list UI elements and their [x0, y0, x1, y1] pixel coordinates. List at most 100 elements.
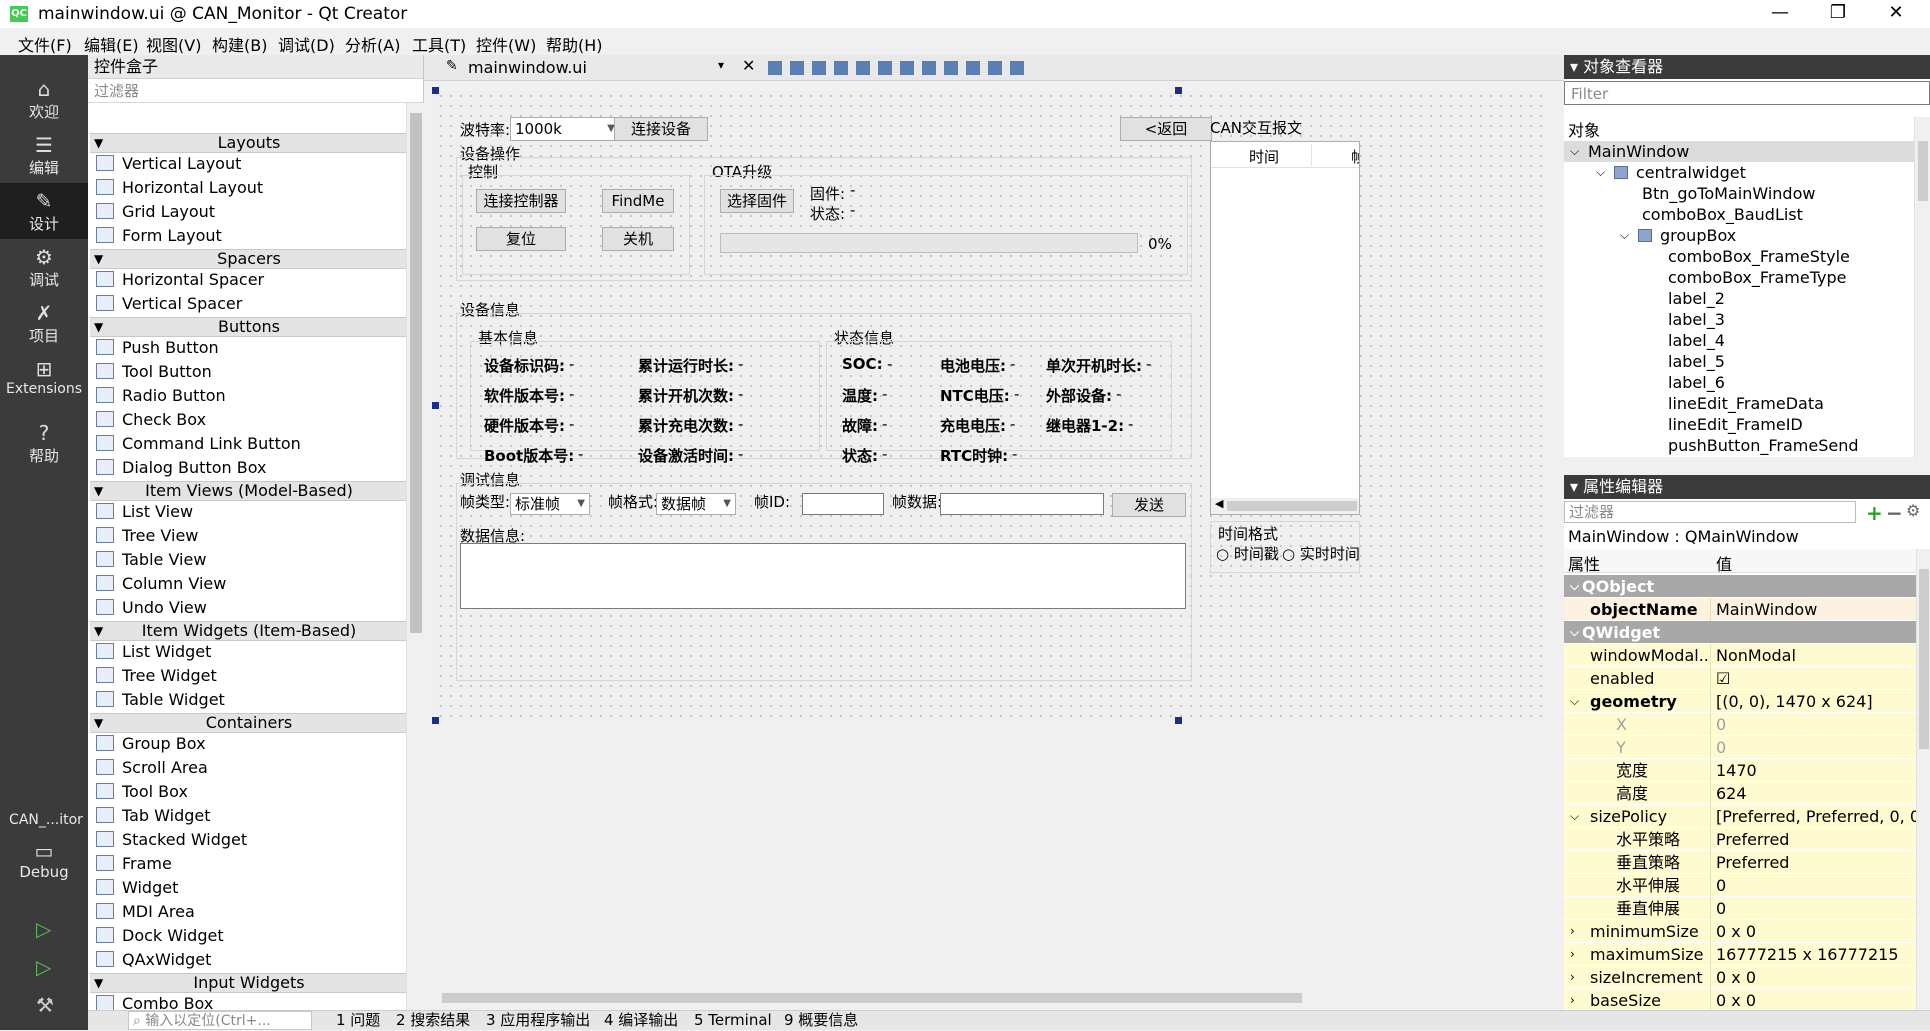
run-icon[interactable]: ▷	[36, 917, 51, 941]
connect-device-button[interactable]: 连接设备	[614, 117, 708, 141]
property-row[interactable]: ⌵ sizePolicy [Preferred, Preferred, 0, 0]	[1564, 805, 1916, 828]
property-filter[interactable]: 过滤器	[1564, 501, 1856, 523]
cat-containers[interactable]: ▼ Containers	[90, 713, 406, 733]
chevron-down-icon[interactable]: ⌵	[1570, 805, 1579, 828]
select-firmware-button[interactable]: 选择固件	[720, 189, 794, 213]
realtime-radio[interactable]: ○ 实时时间	[1282, 543, 1360, 564]
split-horizontal-icon[interactable]	[900, 61, 914, 75]
property-value[interactable]: 1470	[1716, 759, 1757, 782]
tab-compile-output[interactable]: 4 编译输出	[604, 1011, 678, 1030]
resize-handle[interactable]	[1175, 717, 1182, 724]
property-value[interactable]: NonModal	[1716, 644, 1796, 667]
build-icon[interactable]: ⚒	[36, 993, 54, 1017]
property-row[interactable]: enabled ☑	[1564, 667, 1916, 690]
widget-item[interactable]: Form Layout	[96, 224, 222, 248]
tree-node[interactable]: label_2	[1564, 288, 1914, 309]
chevron-down-icon[interactable]: ⌵	[1596, 162, 1605, 183]
connect-controller-button[interactable]: 连接控制器	[476, 189, 566, 213]
property-value[interactable]: [(0, 0), 1470 x 624]	[1716, 690, 1873, 713]
object-tree-hscrollbar[interactable]	[1564, 457, 1930, 475]
widget-item[interactable]: Table Widget	[96, 688, 225, 712]
widget-item[interactable]: Table View	[96, 548, 206, 572]
chevron-right-icon[interactable]: ›	[1570, 989, 1575, 1010]
scroll-thumb[interactable]	[442, 993, 1302, 1003]
configure-icon[interactable]: ⚙	[1906, 501, 1920, 520]
tree-node[interactable]: ⌵ MainWindow	[1564, 141, 1914, 162]
main-window-form[interactable]: 波特率: 1000k ▼ 连接设备 <返回 设备操作 控制 连接控制器 FindM…	[432, 87, 1546, 724]
layout-horizontal-icon[interactable]	[856, 61, 870, 75]
menu-help[interactable]: 帮助(H)	[546, 32, 603, 56]
tree-node[interactable]: comboBox_FrameType	[1564, 267, 1914, 288]
tree-node[interactable]: pushButton_FrameSend	[1564, 435, 1914, 456]
tab-search-results[interactable]: 2 搜索结果	[396, 1011, 470, 1030]
widget-item[interactable]: List Widget	[96, 640, 211, 664]
widget-item[interactable]: Frame	[96, 852, 172, 876]
layout-grid-icon[interactable]	[966, 61, 980, 75]
widget-item[interactable]: Dock Widget	[96, 924, 224, 948]
mode-extensions[interactable]: ⊞ Extensions	[0, 351, 88, 407]
tree-node[interactable]: label_6	[1564, 372, 1914, 393]
locator-input[interactable]: ⌕ 输入以定位(Ctrl+...	[128, 1011, 312, 1030]
baud-combo[interactable]: 1000k ▼	[510, 117, 620, 141]
property-value[interactable]: 0 x 0	[1716, 920, 1756, 943]
frame-format-combo[interactable]: 数据帧 ▼	[656, 493, 736, 515]
tree-node[interactable]: label_5	[1564, 351, 1914, 372]
debug-run-icon[interactable]: ▷	[36, 955, 51, 979]
property-value[interactable]: Preferred	[1716, 851, 1789, 874]
menu-edit[interactable]: 编辑(E)	[84, 32, 139, 56]
data-info-textarea[interactable]	[460, 543, 1186, 609]
widget-item[interactable]: Push Button	[96, 336, 219, 360]
widget-item[interactable]: Tool Button	[96, 360, 212, 384]
tree-node[interactable]: label_4	[1564, 330, 1914, 351]
widget-item[interactable]: Combo Box	[96, 992, 213, 1010]
property-section[interactable]: ⌵ QWidget	[1564, 621, 1916, 644]
tab-general-messages[interactable]: 9 概要信息	[784, 1011, 858, 1030]
property-value[interactable]: 624	[1716, 782, 1747, 805]
widget-item[interactable]: Column View	[96, 572, 226, 596]
property-row[interactable]: 水平策略 Preferred	[1564, 828, 1916, 851]
cat-item-views[interactable]: ▼ Item Views (Model-Based)	[90, 481, 406, 501]
tab-terminal[interactable]: 5 Terminal	[694, 1011, 772, 1030]
scroll-thumb[interactable]	[410, 113, 422, 633]
widget-item[interactable]: List View	[96, 500, 193, 524]
layout-form-icon[interactable]	[944, 61, 958, 75]
add-dynamic-property-icon[interactable]: +	[1866, 501, 1883, 525]
shutdown-button[interactable]: 关机	[602, 227, 674, 251]
widget-item[interactable]: Tool Box	[96, 780, 188, 804]
menu-view[interactable]: 视图(V)	[146, 32, 201, 56]
mode-projects[interactable]: ✗ 项目	[0, 295, 88, 351]
cat-buttons[interactable]: ▼ Buttons	[90, 317, 406, 337]
frame-type-combo[interactable]: 标准帧 ▼	[510, 493, 590, 515]
kit-selector[interactable]: ▭ Debug	[0, 833, 88, 889]
property-row[interactable]: 水平伸展 0	[1564, 874, 1916, 897]
property-value[interactable]: 0	[1716, 736, 1726, 759]
tab-app-output[interactable]: 3 应用程序输出	[486, 1011, 590, 1030]
property-row[interactable]: Y0	[1564, 736, 1916, 759]
can-hscrollbar[interactable]: ◀	[1211, 497, 1359, 514]
scroll-thumb[interactable]	[1919, 569, 1929, 749]
property-row[interactable]: 宽度 1470	[1564, 759, 1916, 782]
property-value[interactable]: 0 x 0	[1716, 966, 1756, 989]
tree-node[interactable]: label_3	[1564, 309, 1914, 330]
widget-item[interactable]: Undo View	[96, 596, 207, 620]
property-row[interactable]: › sizeIncrement 0 x 0	[1564, 966, 1916, 989]
property-value[interactable]: [Preferred, Preferred, 0, 0]	[1716, 805, 1916, 828]
menu-file[interactable]: 文件(F)	[18, 32, 72, 56]
menu-widgets[interactable]: 控件(W)	[476, 32, 536, 56]
close-doc-icon[interactable]: ✕	[742, 56, 755, 75]
mode-edit[interactable]: ☰ 编辑	[0, 127, 88, 183]
close-button[interactable]: ✕	[1868, 0, 1924, 28]
menu-build[interactable]: 构建(B)	[212, 32, 267, 56]
tab-issues[interactable]: 1 问题	[336, 1011, 380, 1030]
cat-layouts[interactable]: ▼ Layouts	[90, 133, 406, 153]
property-row[interactable]: › baseSize 0 x 0	[1564, 989, 1916, 1010]
frame-id-input[interactable]	[802, 493, 884, 515]
property-section[interactable]: ⌵ QObject	[1564, 575, 1916, 598]
chevron-down-icon[interactable]: ⌵	[1620, 225, 1629, 246]
layout-vertical-icon[interactable]	[878, 61, 892, 75]
chevron-down-icon[interactable]: ⌵	[1570, 141, 1579, 162]
widget-item[interactable]: Stacked Widget	[96, 828, 247, 852]
cat-item-widgets[interactable]: ▼ Item Widgets (Item-Based)	[90, 621, 406, 641]
property-row[interactable]: objectName MainWindow	[1564, 598, 1916, 621]
cat-spacers[interactable]: ▼ Spacers	[90, 249, 406, 269]
